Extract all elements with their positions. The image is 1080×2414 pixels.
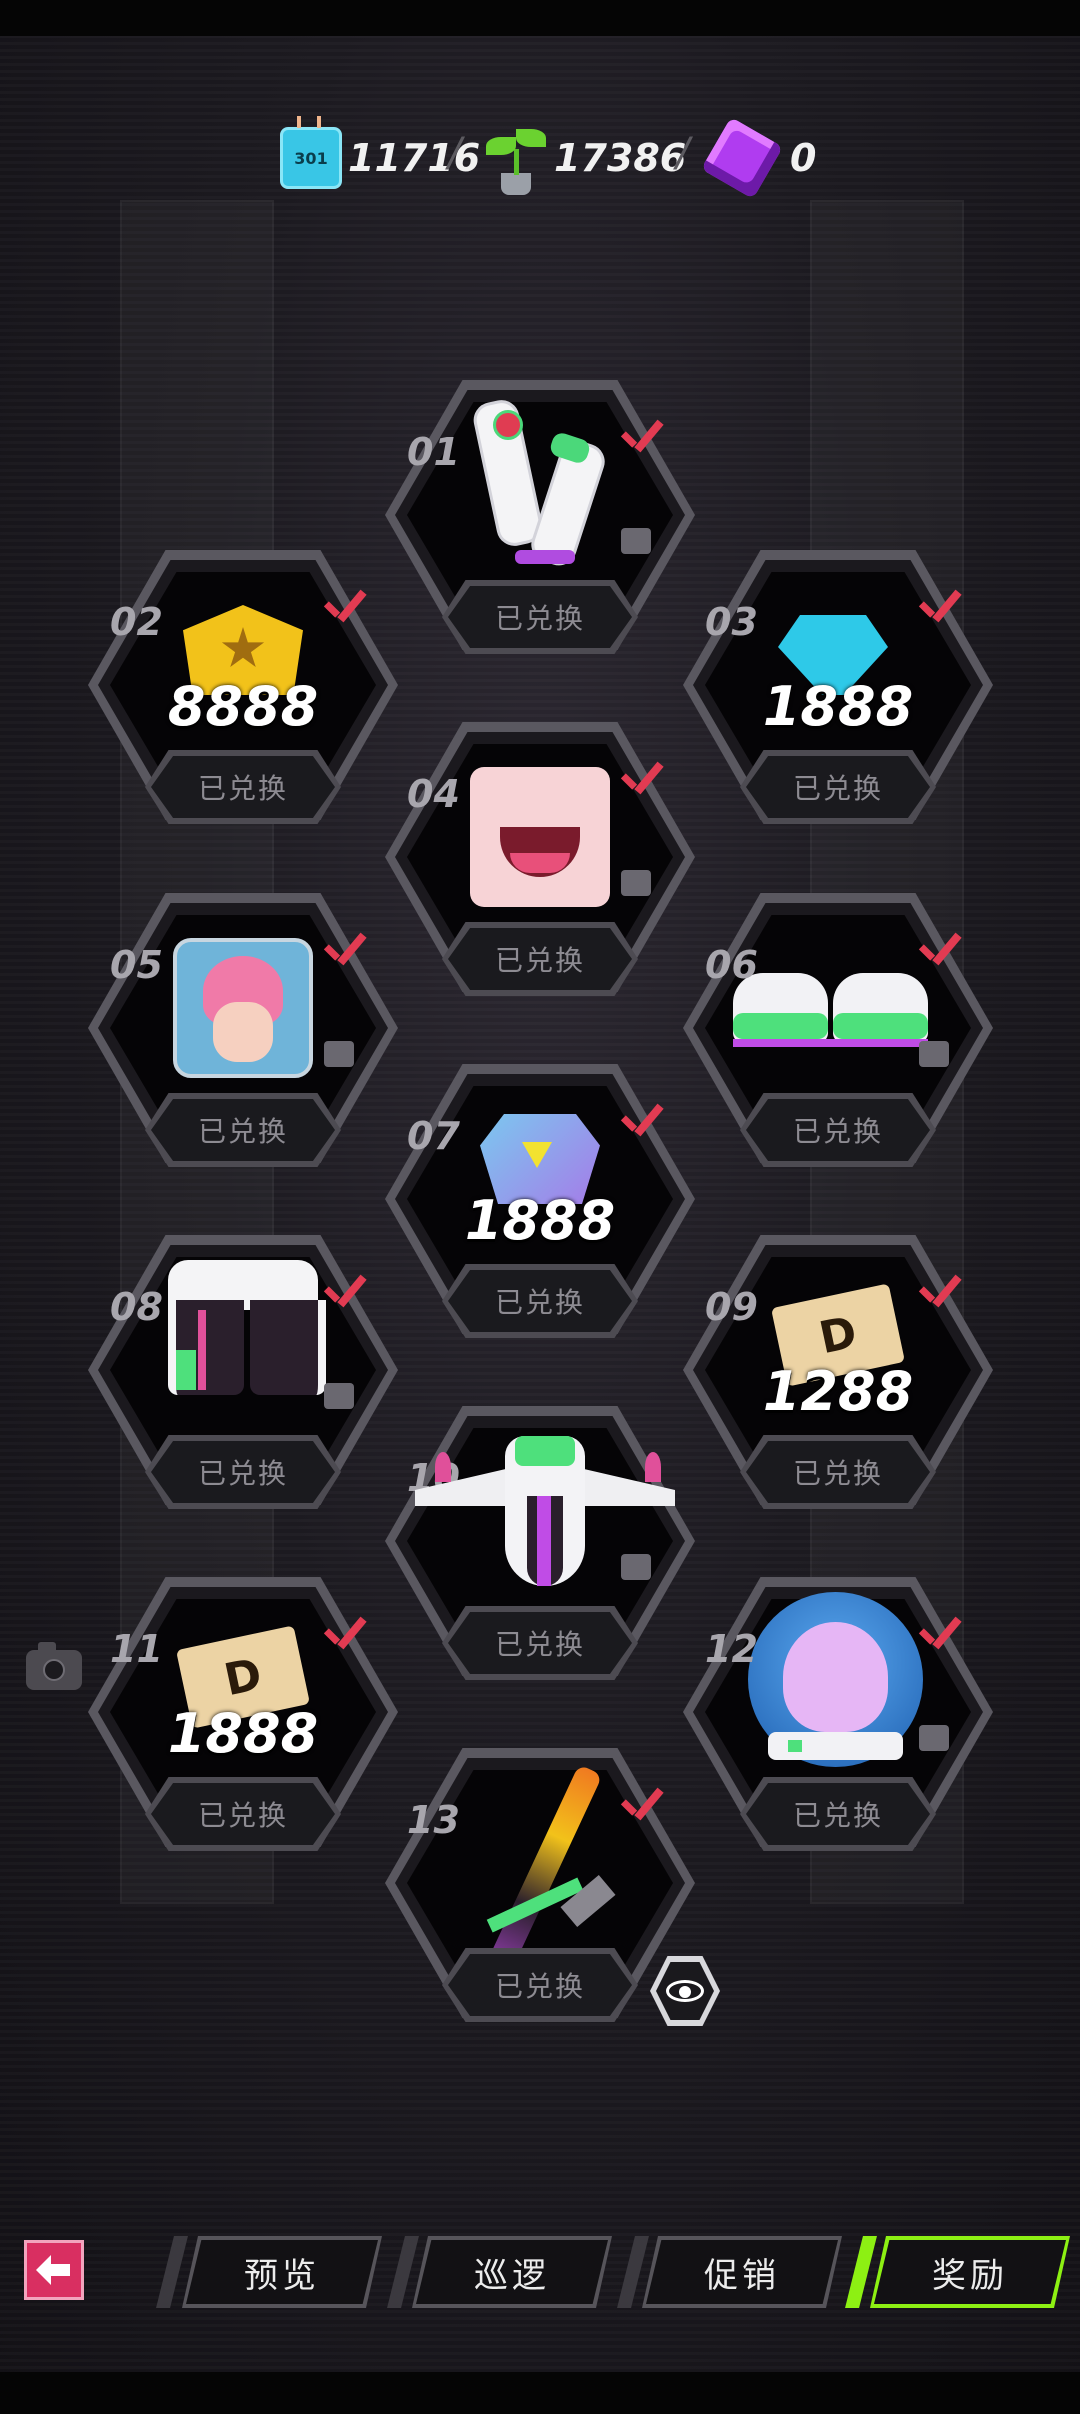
reward-amount: 1888 [167,1702,319,1765]
hair-helmet-icon [748,1592,923,1767]
currency-separator: / [448,130,462,176]
face-mouth-icon [470,767,610,907]
redeemed-button[interactable]: 已兑换 [442,922,638,996]
check-icon [915,1615,961,1655]
check-icon [320,1615,366,1655]
tab-patrol[interactable]: 巡逻 [412,2236,612,2308]
check-icon [320,588,366,628]
reward-cell-02[interactable]: 8888 02 已兑换 [88,550,398,850]
reward-cell-05[interactable]: 05 已兑换 [88,893,398,1193]
reward-cell-13[interactable]: 13 已兑换 [385,1748,695,2048]
back-button[interactable] [24,2240,84,2300]
reward-cell-06[interactable]: 06 已兑换 [683,893,993,1193]
reward-amount: 1888 [762,675,914,738]
pants-icon [168,1260,326,1400]
reward-number: 04 [407,772,460,816]
shoes-icon [733,953,933,1053]
helmet-tag-icon [919,1725,949,1751]
portrait-tag-icon [324,1041,354,1067]
shoe-tag-icon [919,1041,949,1067]
avatar-portrait-icon [173,938,313,1078]
reward-cell-10[interactable]: 10 已兑换 [385,1406,695,1706]
reward-cell-01[interactable]: 01 已兑换 [385,380,695,680]
redeemed-button[interactable]: 已兑换 [145,1777,341,1851]
reward-amount: 1288 [762,1360,914,1423]
check-icon [320,1273,366,1313]
check-icon [617,1102,663,1142]
reward-number: 13 [407,1798,460,1842]
currency-cube: 0 [701,117,817,199]
reward-number: 08 [110,1285,163,1329]
redeemed-button[interactable]: 已兑换 [740,1777,936,1851]
lips-tag-icon [621,870,651,896]
back-arrow-icon [36,2255,70,2285]
redeemed-button[interactable]: 已兑换 [145,1093,341,1167]
redeemed-button[interactable]: 已兑换 [740,1435,936,1509]
redeemed-button[interactable]: 已兑换 [442,1948,638,2022]
navigation-bar [0,2372,1080,2414]
cube-count: 0 [790,136,817,180]
redeemed-button[interactable]: 已兑换 [442,580,638,654]
tab-promotion[interactable]: 促销 [642,2236,842,2308]
currency-sprout: 17386 [484,118,686,198]
gloves-icon [470,396,610,571]
camera-icon[interactable] [26,1642,82,1690]
tab-rewards[interactable]: 奖励 [870,2236,1070,2308]
currency-separator: / [676,130,690,176]
reward-cell-08[interactable]: 08 已兑换 [88,1235,398,1535]
check-icon [915,1273,961,1313]
pants-tag-icon [324,1383,354,1409]
check-icon [915,931,961,971]
reward-cell-09[interactable]: D 1288 09 已兑换 [683,1235,993,1535]
sprout-count: 17386 [554,136,687,180]
check-icon [617,760,663,800]
redeemed-button[interactable]: 已兑换 [145,750,341,824]
purple-cube-icon [701,117,783,199]
reward-cell-04[interactable]: 04 已兑换 [385,722,695,1022]
reward-cell-11[interactable]: D 1888 11 已兑换 [88,1577,398,1877]
reward-number: 12 [705,1627,758,1671]
status-bar [0,0,1080,36]
chip-icon: 301 [280,116,342,189]
check-icon [617,418,663,458]
reward-number: 07 [407,1114,460,1158]
gloves-tag-icon [621,528,651,554]
check-icon [320,931,366,971]
shirt-tag-icon [621,1554,651,1580]
reward-number: 03 [705,600,758,644]
reward-number: 11 [110,1627,163,1671]
reward-number: 05 [110,943,163,987]
reward-cell-07[interactable]: 1888 07 已兑换 [385,1064,695,1364]
check-icon [617,1786,663,1826]
redeemed-button[interactable]: 已兑换 [740,750,936,824]
reward-number: 09 [705,1285,758,1329]
eye-icon [666,1980,704,2002]
reward-cell-03[interactable]: 1888 03 已兑换 [683,550,993,850]
reward-amount: 1888 [464,1189,616,1252]
check-icon [915,588,961,628]
reward-number: 02 [110,600,163,644]
redeemed-button[interactable]: 已兑换 [442,1606,638,1680]
reward-number: 06 [705,943,758,987]
sprout-icon [484,121,548,195]
redeemed-button[interactable]: 已兑换 [145,1435,341,1509]
reward-number: 01 [407,430,460,474]
redeemed-button[interactable]: 已兑换 [740,1093,936,1167]
reward-amount: 8888 [167,675,319,738]
reward-cell-12[interactable]: 12 已兑换 [683,1577,993,1877]
tab-preview[interactable]: 预览 [182,2236,382,2308]
redeemed-button[interactable]: 已兑换 [442,1264,638,1338]
